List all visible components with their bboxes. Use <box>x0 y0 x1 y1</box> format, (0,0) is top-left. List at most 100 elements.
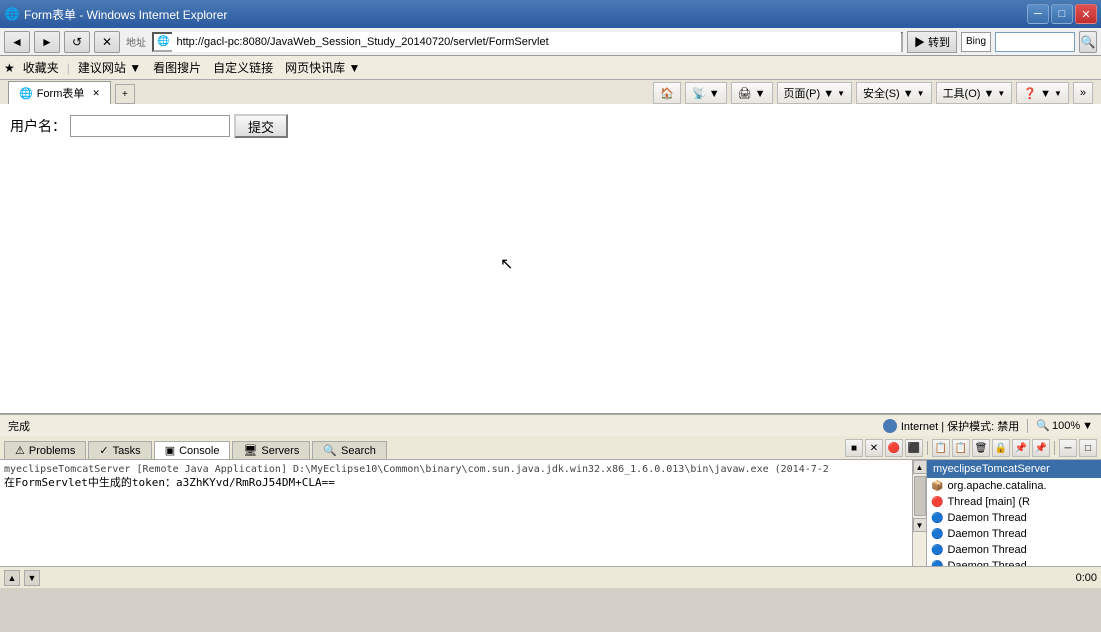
home-button[interactable]: 🏠 <box>653 82 681 104</box>
back-button[interactable]: ◄ <box>4 31 30 53</box>
zoom-control[interactable]: 🔍 100% ▼ <box>1036 419 1093 432</box>
tab-console[interactable]: ▣ Console <box>154 441 231 459</box>
thread-item-4[interactable]: 🔵 Daemon Thread <box>927 542 1101 558</box>
scroll-down-btn[interactable]: ▼ <box>913 518 927 532</box>
address-bar: ◄ ► ↺ ✕ 地址 🌐 ▶ 转到 Bing 🔍 <box>0 28 1101 56</box>
search-tab-icon: 🔍 <box>323 444 337 457</box>
scroll-thumb[interactable] <box>914 476 926 516</box>
tab-close-icon[interactable]: ✕ <box>92 88 100 99</box>
bottom-status-bar: ▲ ▼ 0:00 <box>0 566 1101 588</box>
tasks-label: Tasks <box>113 445 141 457</box>
console-scrollbar[interactable]: ▲ ▼ <box>912 460 926 566</box>
tab-problems[interactable]: ⚠ Problems <box>4 441 86 459</box>
internet-label: Internet | 保护模式: 禁用 <box>901 418 1019 434</box>
console-output: myeclipseTomcatServer [Remote Java Appli… <box>0 460 912 566</box>
tab-label: Form表单 <box>37 85 85 101</box>
copy-btn[interactable]: 📋 <box>932 439 950 457</box>
thread-item-2[interactable]: 🔵 Daemon Thread <box>927 510 1101 526</box>
tab-search[interactable]: 🔍 Search <box>312 441 387 459</box>
thread-panel: myeclipseTomcatServer 📦 org.apache.catal… <box>926 460 1101 566</box>
terminate-btn[interactable]: 🔴 <box>885 439 903 457</box>
pin2-btn[interactable]: 📌 <box>1032 439 1050 457</box>
ide-tab-controls: ■ ✕ 🔴 ⬛ 📋 📋 🗑 🔒 📌 📌 ─ □ <box>845 439 1097 459</box>
zoom-icon: 🔍 <box>1036 419 1050 432</box>
address-input[interactable] <box>172 32 901 52</box>
divider3 <box>1054 441 1055 455</box>
tab-tasks[interactable]: ✓ Tasks <box>88 441 151 459</box>
main-thread-icon: 🔴 <box>931 497 943 508</box>
problems-label: Problems <box>29 445 75 457</box>
fav-item-0[interactable]: 建议网站 ▼ <box>74 57 145 78</box>
console-path-line: myeclipseTomcatServer [Remote Java Appli… <box>4 464 908 475</box>
title-bar: 🌐 Form表单 - Windows Internet Explorer ─ □… <box>0 0 1101 28</box>
daemon-icon-3: 🔵 <box>931 529 943 540</box>
thread-item-5[interactable]: 🔵 Daemon Thread <box>927 558 1101 566</box>
up-btn[interactable]: ▲ <box>4 570 20 586</box>
thread-item-0[interactable]: 📦 org.apache.catalina. <box>927 478 1101 494</box>
rss-button[interactable]: 📡 ▼ <box>685 82 727 104</box>
close-button[interactable]: ✕ <box>1075 4 1097 24</box>
expand-button[interactable]: » <box>1073 82 1093 104</box>
servers-label: Servers <box>261 445 299 457</box>
fav-item-3[interactable]: 网页快讯库 ▼ <box>281 57 364 78</box>
paste-btn[interactable]: 📋 <box>952 439 970 457</box>
print-button[interactable]: 🖨 ▼ <box>731 82 773 104</box>
search-button[interactable]: 🔍 <box>1079 31 1097 53</box>
scroll-lock-btn[interactable]: 🔒 <box>992 439 1010 457</box>
browser-tab[interactable]: 🌐 Form表单 ✕ <box>8 81 111 104</box>
search-area: Bing 🔍 <box>961 31 1097 53</box>
favorites-icon: ★ <box>4 61 15 75</box>
thread-label-2: Daemon Thread <box>947 512 1026 524</box>
submit-button[interactable]: 提交 <box>234 114 288 138</box>
help-button[interactable]: ❓ ▼ <box>1016 82 1069 104</box>
thread-panel-title: myeclipseTomcatServer <box>933 463 1050 475</box>
search-input[interactable] <box>995 32 1075 52</box>
form-row: 用户名： 提交 <box>10 114 1091 138</box>
page-button[interactable]: 页面(P) ▼ <box>777 82 853 104</box>
stop-button[interactable]: ✕ <box>94 31 120 53</box>
maximize-button[interactable]: □ <box>1051 4 1073 24</box>
stop-btn[interactable]: ■ <box>845 439 863 457</box>
debug-btn[interactable]: ⬛ <box>905 439 923 457</box>
tools-button[interactable]: 工具(O) ▼ <box>936 82 1013 104</box>
thread-label-1: Thread [main] (R <box>947 496 1030 508</box>
browser-content: 用户名： 提交 ↖ <box>0 104 1101 414</box>
refresh-button[interactable]: ↺ <box>64 31 90 53</box>
username-input[interactable] <box>70 115 230 137</box>
tab-servers[interactable]: 🖥 Servers <box>232 441 310 459</box>
time-label: 0:00 <box>1076 572 1097 584</box>
scroll-up-btn[interactable]: ▲ <box>913 460 927 474</box>
remove-btn[interactable]: ✕ <box>865 439 883 457</box>
servers-icon: 🖥 <box>243 444 257 457</box>
globe-icon <box>883 419 897 433</box>
minimize-ide-btn[interactable]: ─ <box>1059 439 1077 457</box>
favorites-label[interactable]: 收藏夹 <box>19 57 63 78</box>
console-icon: ▣ <box>165 444 175 457</box>
new-tab-button[interactable]: + <box>115 84 135 104</box>
zoom-arrow: ▼ <box>1082 420 1093 432</box>
status-internet: Internet | 保护模式: 禁用 <box>883 418 1019 434</box>
clear-btn[interactable]: 🗑 <box>972 439 990 457</box>
fav-item-1[interactable]: 看图搜片 <box>149 57 205 78</box>
go-button[interactable]: ▶ 转到 <box>907 31 957 53</box>
thread-item-3[interactable]: 🔵 Daemon Thread <box>927 526 1101 542</box>
status-bar: 完成 Internet | 保护模式: 禁用 🔍 100% ▼ <box>0 414 1101 436</box>
search-label: Search <box>341 445 376 457</box>
down-btn[interactable]: ▼ <box>24 570 40 586</box>
thread-label-4: Daemon Thread <box>947 544 1026 556</box>
pin-btn[interactable]: 📌 <box>1012 439 1030 457</box>
app-icon: 🌐 <box>4 6 20 22</box>
window-controls: ─ □ ✕ <box>1027 4 1097 24</box>
maximize-ide-btn[interactable]: □ <box>1079 439 1097 457</box>
ide-panel: ⚠ Problems ✓ Tasks ▣ Console 🖥 Servers 🔍… <box>0 436 1101 588</box>
safety-button[interactable]: 安全(S) ▼ <box>856 82 932 104</box>
thread-label-3: Daemon Thread <box>947 528 1026 540</box>
favorites-bar: ★ 收藏夹 | 建议网站 ▼ 看图搜片 自定义链接 网页快讯库 ▼ <box>0 56 1101 80</box>
forward-button[interactable]: ► <box>34 31 60 53</box>
fav-item-2[interactable]: 自定义链接 <box>209 57 277 78</box>
console-content-line: 在FormServlet中生成的token：a3ZhKYvd/RmRoJ54DM… <box>4 475 908 490</box>
search-engine-icon[interactable]: Bing <box>961 32 991 52</box>
cursor: ↖ <box>500 254 513 274</box>
minimize-button[interactable]: ─ <box>1027 4 1049 24</box>
thread-item-1[interactable]: 🔴 Thread [main] (R <box>927 494 1101 510</box>
